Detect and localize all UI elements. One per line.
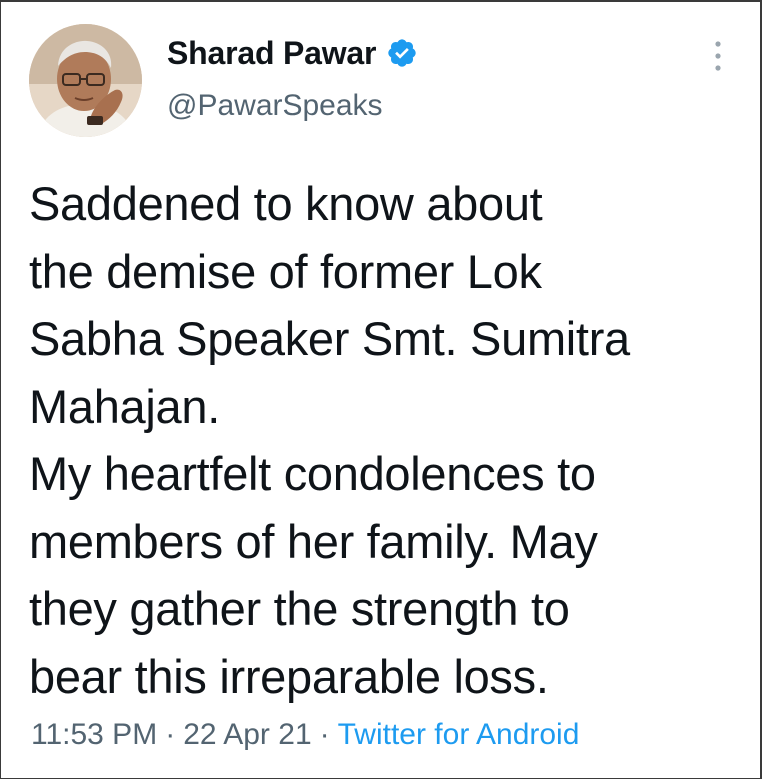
more-options-icon[interactable]: [706, 38, 730, 74]
tweet-text-line: Saddened to know about: [29, 177, 543, 230]
tweet-text-line: members of her family. May: [29, 514, 598, 568]
author-display-name[interactable]: Sharad Pawar: [167, 35, 376, 72]
author-name-row: Sharad Pawar: [167, 33, 418, 73]
tweet-text-line: Mahajan.: [29, 379, 220, 433]
tweet-text: Saddened to know about the demise of for…: [29, 170, 741, 710]
tweet-text-line: Sabha Speaker Smt. Sumitra: [29, 312, 630, 365]
meta-separator: ·: [165, 718, 176, 751]
author-handle[interactable]: @PawarSpeaks: [167, 89, 383, 123]
tweet-text-line: My heartfelt condolences to: [29, 447, 596, 500]
meta-separator: ·: [319, 718, 330, 751]
avatar[interactable]: [29, 24, 142, 137]
verified-badge-icon: [386, 37, 418, 69]
tweet-source-link[interactable]: Twitter for Android: [338, 718, 580, 751]
tweet-date[interactable]: 22 Apr 21: [183, 718, 311, 751]
tweet-metadata: 11:53 PM · 22 Apr 21 · Twitter for Android: [31, 718, 579, 752]
tweet-text-line: bear this irreparable loss.: [29, 649, 549, 703]
avatar-photo: [29, 24, 142, 137]
tweet-time[interactable]: 11:53 PM: [31, 718, 157, 751]
tweet-text-line: they gather the strength to: [29, 582, 570, 635]
tweet-card: Sharad Pawar @PawarSpeaks Saddened to kn…: [0, 0, 762, 779]
tweet-text-line: the demise of former Lok: [29, 244, 542, 298]
